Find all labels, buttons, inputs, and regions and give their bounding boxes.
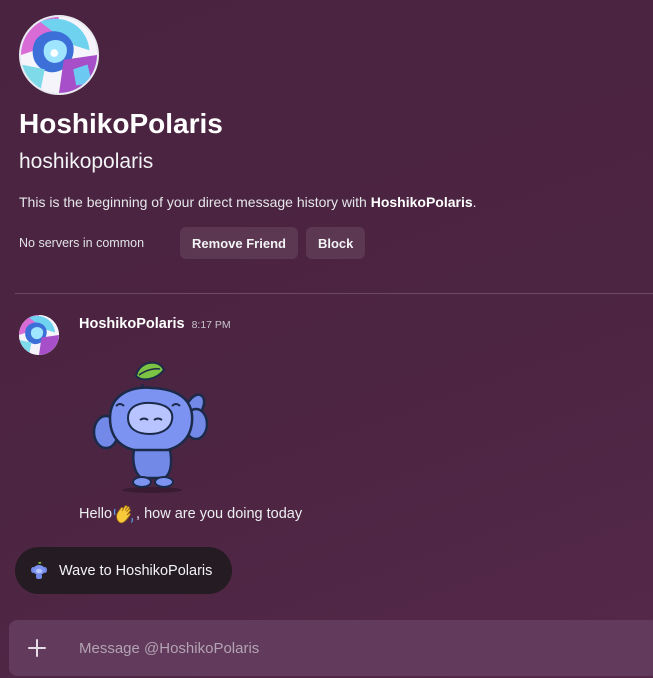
profile-display-name: HoshikoPolaris — [19, 108, 223, 139]
plus-icon — [28, 639, 46, 657]
intro-name: HoshikoPolaris — [370, 194, 473, 210]
attach-button[interactable] — [9, 620, 65, 676]
wave-to-user-button[interactable]: Wave to HoshikoPolaris — [15, 547, 233, 594]
dm-header: HoshikoPolaris hoshikopolaris This is th… — [19, 15, 633, 259]
message-text: Hello , how are you doing today — [79, 503, 302, 525]
message-composer — [9, 620, 653, 676]
message-timestamp: 8:17 PM — [191, 319, 231, 331]
profile-actions-row: No servers in common Remove Friend Block — [19, 227, 633, 259]
avatar-art — [21, 17, 97, 93]
remove-friend-button[interactable]: Remove Friend — [180, 227, 298, 259]
message-text-before: Hello — [79, 506, 113, 522]
message-input[interactable] — [65, 628, 653, 668]
message-author-avatar[interactable] — [19, 315, 59, 355]
message-header: HoshikoPolaris 8:17 PM — [79, 316, 231, 332]
wumpus-icon — [31, 561, 47, 579]
wave-button-label: Wave to HoshikoPolaris — [59, 562, 213, 579]
message-text-after: , how are you doing today — [136, 506, 303, 522]
profile-avatar[interactable] — [19, 15, 99, 95]
message-author[interactable]: HoshikoPolaris — [79, 316, 185, 332]
intro-suffix: . — [472, 194, 477, 210]
sticker-art — [92, 361, 209, 493]
dm-intro-text: This is the beginning of your direct mes… — [19, 193, 633, 211]
waving-hand-icon — [113, 505, 134, 524]
block-button[interactable]: Block — [305, 227, 366, 259]
waving-hand-emoji[interactable] — [113, 503, 135, 525]
mutual-servers-text: No servers in common — [19, 236, 145, 250]
wumpus-waving-sticker[interactable] — [84, 356, 224, 496]
profile-username: hoshikopolaris — [19, 150, 154, 173]
header-divider — [15, 293, 653, 294]
avatar-art — [19, 315, 59, 355]
intro-prefix: This is the beginning of your direct mes… — [19, 194, 371, 210]
